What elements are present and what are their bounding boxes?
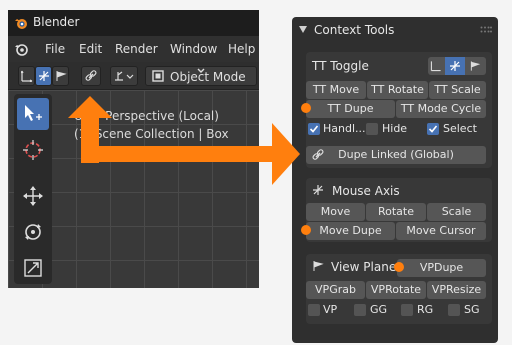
dupe-linked-button[interactable] <box>81 66 101 86</box>
tt-rotate-button[interactable]: TT Rotate <box>367 81 428 99</box>
tt-scale-button[interactable]: TT Scale <box>429 81 486 99</box>
select-checkbox[interactable] <box>427 123 439 135</box>
viewport-header: Object Mode <box>8 62 259 90</box>
object-mode-select[interactable]: Object Mode <box>145 66 257 86</box>
rg-checkbox[interactable] <box>401 304 413 316</box>
vpdupe-button[interactable]: VPDupe <box>397 259 486 277</box>
select-cursor-icon <box>25 105 42 121</box>
vprotate-button[interactable]: VPRotate <box>366 281 426 299</box>
link-icon <box>312 149 324 160</box>
highlight-dot-tt-dupe <box>301 103 311 113</box>
tt-dupe-button[interactable]: TT Dupe <box>306 100 395 118</box>
tt-mode-axis-cell[interactable] <box>445 57 465 75</box>
dupe-linked-label: Dupe Linked (Global) <box>338 148 454 161</box>
move-axes-icon <box>430 61 441 72</box>
viewport-collection-label: (1) Scene Collection | Box <box>74 127 229 141</box>
cursor-tool[interactable] <box>17 134 49 166</box>
tt-move-button[interactable]: TT Move <box>306 81 366 99</box>
view-plane-button[interactable] <box>52 66 69 86</box>
scale-tool[interactable] <box>17 252 49 284</box>
vpresize-button[interactable]: VPResize <box>427 281 486 299</box>
checkmark-icon <box>428 125 438 133</box>
move-dupe-button[interactable]: Move Dupe <box>306 222 395 240</box>
flag-plane-icon <box>470 61 480 71</box>
mouse-axis-scale-button[interactable]: Scale <box>427 203 486 221</box>
tt-toggle-mode-switch[interactable] <box>428 57 486 75</box>
sg-label: SG <box>464 303 480 316</box>
highlight-dot-move-dupe <box>301 225 311 235</box>
mouse-axis-title: Mouse Axis <box>332 184 400 198</box>
rotate-tool[interactable] <box>17 216 49 248</box>
transform-gizmo-button[interactable] <box>18 66 35 86</box>
vp-checkbox[interactable] <box>308 304 320 316</box>
menu-edit[interactable]: Edit <box>79 42 102 56</box>
tt-toggle-section: TT Toggle TT Move TT Rotate TT Scale TT … <box>306 52 492 168</box>
blender-menu-icon[interactable] <box>14 42 28 56</box>
toolbar <box>14 94 52 284</box>
chevron-down-icon <box>197 68 205 73</box>
axis-arrows-icon <box>38 71 49 81</box>
menu-file[interactable]: File <box>45 42 65 56</box>
object-mode-icon <box>152 70 164 82</box>
move-icon <box>23 186 43 206</box>
panel-header[interactable]: Context Tools <box>292 17 498 43</box>
mouse-axis-move-button[interactable]: Move <box>306 203 365 221</box>
scale-icon <box>24 259 42 277</box>
flag-plane-icon <box>313 261 324 271</box>
move-tool[interactable] <box>17 180 49 212</box>
axis-arrows-icon <box>313 185 323 195</box>
pivot-icon <box>115 71 134 81</box>
gg-checkbox[interactable] <box>354 304 366 316</box>
menu-bar: File Edit Render Window Help <box>8 36 259 62</box>
mouse-axis-button[interactable] <box>35 66 52 86</box>
mouse-axis-section: Mouse Axis Move Rotate Scale Move Dupe M… <box>306 178 492 242</box>
hide-checkbox[interactable] <box>366 123 378 135</box>
sg-checkbox[interactable] <box>448 304 460 316</box>
blender-logo-icon <box>15 19 27 29</box>
tt-mode-cycle-button[interactable]: TT Mode Cycle <box>396 100 486 118</box>
link-icon <box>85 70 97 81</box>
handles-checkbox[interactable] <box>308 123 320 135</box>
select-box-tool[interactable] <box>17 98 49 130</box>
title-bar: Blender <box>8 10 259 36</box>
object-mode-label: Object Mode <box>170 70 246 84</box>
transform-orientation-dropdown[interactable] <box>110 66 138 86</box>
checkmark-icon <box>309 125 319 133</box>
menu-render[interactable]: Render <box>115 42 158 56</box>
window-title: Blender <box>33 15 80 29</box>
tt-mode-move-cell[interactable] <box>428 57 443 75</box>
axis-arrows-icon <box>450 61 460 71</box>
vp-label: VP <box>323 303 338 316</box>
viewport-perspective-label: User Perspective (Local) <box>74 109 219 123</box>
rg-label: RG <box>417 303 434 316</box>
gg-label: GG <box>370 303 388 316</box>
drag-grip-icon[interactable] <box>480 26 492 34</box>
vpgrab-button[interactable]: VPGrab <box>306 281 365 299</box>
tt-toggle-title: TT Toggle <box>312 59 369 73</box>
hide-label: Hide <box>382 122 408 135</box>
panel-title: Context Tools <box>314 23 395 37</box>
menu-help[interactable]: Help <box>228 42 255 56</box>
mouse-axis-rotate-button[interactable]: Rotate <box>366 203 426 221</box>
move-cursor-button[interactable]: Move Cursor <box>396 222 486 240</box>
dupe-linked-global-button[interactable]: Dupe Linked (Global) <box>306 146 486 164</box>
3d-cursor-icon <box>23 140 43 160</box>
flag-plane-icon <box>56 71 67 81</box>
rotate-icon <box>25 224 41 240</box>
view-plane-title: View Plane <box>331 260 397 274</box>
move-axes-icon <box>20 70 32 82</box>
tt-mode-plane-cell[interactable] <box>467 57 482 75</box>
select-label: Select <box>443 122 477 135</box>
handles-label: Handl... <box>323 122 366 135</box>
blender-window: Blender File Edit Render Window Help Obj… <box>8 10 259 288</box>
highlight-dot-vpdupe <box>394 262 404 272</box>
collapse-triangle-icon[interactable] <box>299 26 307 33</box>
menu-window[interactable]: Window <box>170 42 217 56</box>
